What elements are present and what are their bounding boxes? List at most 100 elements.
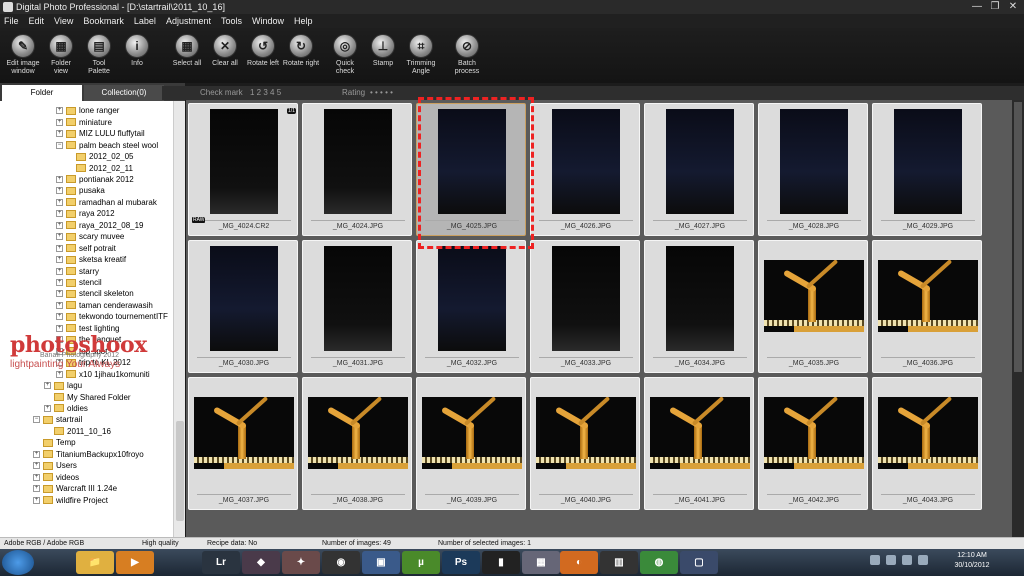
lightroom-app-icon[interactable]: Lr [202, 551, 240, 574]
tab-collection[interactable]: Collection(0) [84, 85, 164, 101]
expand-icon[interactable]: + [56, 301, 63, 309]
rotate-right-button[interactable]: ↻ Rotate right [282, 28, 320, 83]
game-app-icon[interactable]: ◆ [242, 551, 280, 574]
expand-icon[interactable]: + [56, 118, 63, 126]
thumbnail-cell[interactable]: _MG_4032.JPG [416, 240, 526, 373]
close-button[interactable]: ✕ [1006, 0, 1020, 14]
folder-tree-item[interactable]: + stencil [56, 277, 102, 289]
clock[interactable]: 12:10 AM 30/10/2012 [944, 551, 1000, 571]
expand-icon[interactable]: + [56, 244, 63, 252]
thumbnail-cell[interactable]: _MG_4037.JPG [188, 377, 298, 510]
menu-edit[interactable]: Edit [29, 14, 45, 28]
menu-label[interactable]: Label [134, 14, 156, 28]
clear-all-button[interactable]: ✕ Clear all [206, 28, 244, 83]
display-app-icon[interactable]: ▢ [680, 551, 718, 574]
thumbnail-cell[interactable]: _MG_4029.JPG [872, 103, 982, 236]
folder-tree-item[interactable]: + MIZ LULU fluffytail [56, 128, 145, 140]
folder-tree-item[interactable]: + x10 1jihau1komuniti [56, 368, 150, 380]
folder-tree-item[interactable]: 2011_10_16 [44, 426, 111, 438]
folder-tree-item[interactable]: + sketsa kreatif [56, 254, 126, 266]
thumbnail-cell[interactable]: _MG_4024.JPG [302, 103, 412, 236]
expand-icon[interactable]: + [56, 290, 63, 298]
expand-icon[interactable]: + [56, 233, 63, 241]
cmd-app-icon[interactable]: ▮ [482, 551, 520, 574]
folder-tree-item[interactable]: + raya 2012 [56, 208, 115, 220]
thumbnail-cell[interactable]: _MG_4042.JPG [758, 377, 868, 510]
thumbnail-cell[interactable]: _MG_4033.JPG [530, 240, 640, 373]
edit-image-window-button[interactable]: ✎ Edit image window [4, 28, 42, 83]
folder-tree-item[interactable]: + TitaniumBackupx10froyo [33, 449, 144, 461]
expand-icon[interactable]: + [56, 313, 63, 321]
menu-adjustment[interactable]: Adjustment [166, 14, 211, 28]
expand-icon[interactable]: + [56, 210, 63, 218]
trimming-angle-button[interactable]: ⌗ Trimming Angle [402, 28, 440, 83]
folder-tree-item[interactable]: + Users [33, 460, 77, 472]
folder-tree-item[interactable]: + starry [56, 265, 99, 277]
folder-tree-item[interactable]: 2012_02_11 [66, 162, 133, 174]
expand-icon[interactable]: + [56, 175, 63, 183]
network-icon[interactable] [902, 555, 912, 565]
thumbnail-cell[interactable]: _MG_4041.JPG [644, 377, 754, 510]
thumbnail-cell[interactable]: _MG_4043.JPG [872, 377, 982, 510]
expand-icon[interactable]: + [44, 404, 51, 412]
folder-tree-item[interactable]: + taman cenderawasih [56, 300, 153, 312]
expand-icon[interactable]: + [56, 187, 63, 195]
folder-tree-item[interactable]: + self potrait [56, 242, 116, 254]
expand-icon[interactable]: + [33, 485, 40, 493]
thumbnail-cell[interactable]: _MG_4039.JPG [416, 377, 526, 510]
checkmark-filter[interactable]: 1 2 3 4 5 [250, 86, 281, 100]
folder-tree-item[interactable]: My Shared Folder [44, 391, 131, 403]
expand-icon[interactable]: + [56, 324, 63, 332]
tool-palette-button[interactable]: ▤ Tool Palette [80, 28, 118, 83]
expand-icon[interactable]: + [56, 198, 63, 206]
expand-icon[interactable]: + [33, 496, 40, 504]
shooter-app-icon[interactable]: ✦ [282, 551, 320, 574]
expand-icon[interactable]: + [56, 107, 63, 115]
folder-tree-item[interactable]: − startrail [33, 414, 82, 426]
scrollbar-thumb[interactable] [176, 421, 184, 521]
folder-tree-item[interactable]: 2012_02_05 [66, 151, 134, 163]
app-extra-icon[interactable]: ▥ [600, 551, 638, 574]
thumbnail-cell[interactable]: _MG_4040.JPG [530, 377, 640, 510]
menu-tools[interactable]: Tools [221, 14, 242, 28]
menu-help[interactable]: Help [294, 14, 313, 28]
folder-view-button[interactable]: ▦ Folder view [42, 28, 80, 83]
thumbnail-cell[interactable]: _MG_4026.JPG [530, 103, 640, 236]
folder-tree-item[interactable]: + raya_2012_08_19 [56, 220, 144, 232]
folder-tree-item[interactable]: + ramadhan al mubarak [56, 197, 157, 209]
expand-icon[interactable]: + [56, 267, 63, 275]
tray-icon[interactable] [886, 555, 896, 565]
folder-tree-item[interactable]: + pontianak 2012 [56, 174, 134, 186]
thumbnail-cell[interactable]: _MG_4034.JPG [644, 240, 754, 373]
folder-tree-item[interactable]: + lagu [44, 380, 82, 392]
firefox-app-icon[interactable]: ◐ [560, 551, 598, 574]
folder-tree-item[interactable]: + wildfire Project [33, 494, 108, 506]
collapse-icon[interactable]: − [56, 141, 63, 149]
thumbnail-cell[interactable]: _MG_4028.JPG [758, 103, 868, 236]
expand-icon[interactable]: + [33, 462, 40, 470]
info-button[interactable]: i Info [118, 28, 156, 83]
folder-tree-item[interactable]: Temp [33, 437, 76, 449]
tab-folder[interactable]: Folder [2, 85, 82, 101]
expand-icon[interactable]: + [56, 279, 63, 286]
menu-window[interactable]: Window [252, 14, 284, 28]
stamp-button[interactable]: ⊥ Stamp [364, 28, 402, 83]
media-app-icon[interactable]: ▶ [116, 551, 154, 574]
sync-app-icon[interactable]: ◉ [322, 551, 360, 574]
rotate-left-button[interactable]: ↺ Rotate left [244, 28, 282, 83]
menu-file[interactable]: File [4, 14, 19, 28]
folder-tree-item[interactable]: + tekwondo tournementITF [56, 311, 168, 323]
thumbnail-cell[interactable]: _MG_4036.JPG [872, 240, 982, 373]
expand-icon[interactable]: + [56, 370, 63, 378]
maximize-button[interactable]: ❐ [988, 0, 1002, 14]
start-button[interactable] [2, 550, 34, 575]
folder-tree-item[interactable]: + pusaka [56, 185, 105, 197]
select-all-button[interactable]: ▦ Select all [168, 28, 206, 83]
folder-tree-item[interactable]: + stencil skeleton [56, 288, 134, 300]
folder-tree-scrollbar[interactable] [173, 101, 185, 537]
installer-app-icon[interactable]: ▣ [362, 551, 400, 574]
folder-tree-item[interactable]: + oldies [44, 403, 88, 415]
expand-icon[interactable]: + [44, 382, 51, 390]
utorrent-app-icon[interactable]: µ [402, 551, 440, 574]
thumbnail-cell[interactable]: _MG_4030.JPG [188, 240, 298, 373]
